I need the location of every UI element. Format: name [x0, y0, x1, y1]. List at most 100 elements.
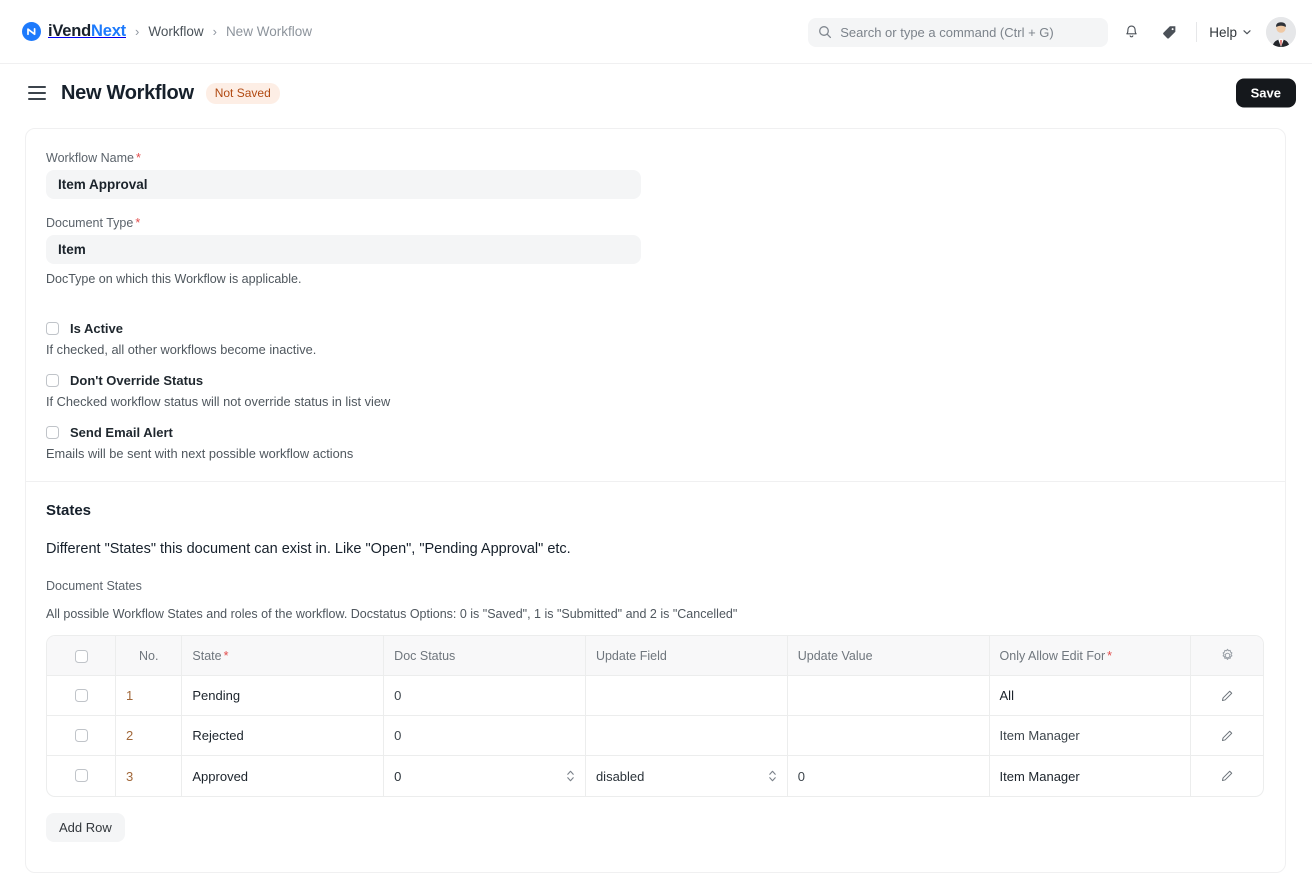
cell-update-field[interactable]: [585, 716, 788, 756]
row-number: 3: [116, 756, 183, 796]
hamburger-icon[interactable]: [28, 86, 46, 100]
cell-only-allow-edit-for[interactable]: Item Manager: [989, 716, 1192, 756]
send-email-alert-label[interactable]: Send Email Alert: [70, 425, 173, 440]
user-avatar[interactable]: [1266, 17, 1296, 47]
states-section: States Different "States" this document …: [26, 482, 1285, 872]
update-field-value: disabled: [595, 768, 645, 784]
states-section-subtitle: Different "States" this document can exi…: [46, 541, 571, 557]
document-states-table: No. State * Doc Status Update Field Updat…: [46, 635, 1264, 797]
cell-doc-status[interactable]: 0: [384, 756, 586, 796]
stepper-icon[interactable]: [566, 769, 575, 783]
document-type-label-text: Document Type: [46, 216, 134, 230]
row-number: 1: [116, 676, 183, 716]
tags-button[interactable]: [1154, 17, 1184, 47]
dont-override-status-checkbox[interactable]: [46, 374, 59, 387]
navbar-divider: [1196, 22, 1198, 42]
column-header-state-required: *: [223, 648, 229, 663]
document-type-label: Document Type *: [46, 216, 1265, 230]
stepper-icon[interactable]: [768, 769, 777, 783]
row-select-cell: [47, 676, 117, 716]
send-email-alert-checkbox[interactable]: [46, 426, 59, 439]
document-type-input[interactable]: Item: [46, 235, 641, 264]
pencil-icon[interactable]: [1201, 689, 1253, 703]
send-email-alert-group: Send Email Alert Emails will be sent wit…: [46, 425, 1265, 461]
cell-update-value[interactable]: [787, 676, 990, 716]
breadcrumb-separator-1: ›: [134, 24, 140, 39]
select-all-checkbox[interactable]: [74, 649, 88, 663]
send-email-alert-row: Send Email Alert: [46, 425, 1265, 440]
table-row[interactable]: 2 Rejected 0 Item Manager: [47, 716, 1263, 756]
row-checkbox[interactable]: [74, 728, 88, 742]
column-header-state-text: State: [192, 648, 222, 663]
add-row-button[interactable]: Add Row: [46, 813, 125, 842]
workflow-name-input[interactable]: Item Approval: [46, 170, 641, 199]
workflow-name-required-mark: *: [135, 151, 141, 165]
dont-override-status-label[interactable]: Don't Override Status: [70, 373, 203, 388]
table-row[interactable]: 3 Approved 0 disabled 0 Item Manager: [47, 756, 1263, 796]
cell-update-field[interactable]: disabled: [586, 756, 788, 796]
brand-logo[interactable]: iVendNext: [22, 22, 126, 41]
cell-update-value[interactable]: 0: [788, 756, 990, 796]
search-icon: [818, 25, 832, 39]
search-box[interactable]: [808, 17, 1109, 47]
cell-state[interactable]: Approved: [182, 756, 385, 796]
document-states-label: Document States: [46, 579, 142, 593]
dont-override-status-row: Don't Override Status: [46, 373, 1265, 388]
gear-icon[interactable]: [1201, 648, 1253, 663]
form-section: Workflow Name * Item Approval Document Ty…: [26, 129, 1285, 481]
doc-status-select[interactable]: 0: [394, 756, 575, 796]
cell-doc-status[interactable]: 0: [384, 716, 586, 756]
brand-part-one: iVend: [48, 22, 92, 40]
document-type-description: DocType on which this Workflow is applic…: [46, 272, 302, 286]
cell-only-allow-edit-for[interactable]: Item Manager: [990, 756, 1192, 796]
help-menu-button[interactable]: Help: [1209, 25, 1252, 40]
document-type-required-mark: *: [135, 216, 141, 230]
search-input[interactable]: [840, 24, 1099, 40]
row-checkbox[interactable]: [74, 688, 88, 702]
is-active-checkbox[interactable]: [46, 322, 59, 335]
row-edit-cell: [1191, 716, 1263, 756]
save-button[interactable]: Save: [1235, 78, 1296, 108]
brand-part-two: Next: [91, 22, 126, 40]
column-header-update-value: Update Value: [787, 636, 990, 676]
column-header-only-allow-edit-for-required: *: [1107, 648, 1112, 663]
cell-state[interactable]: Rejected: [182, 716, 385, 756]
doc-status-value: 0: [394, 768, 402, 784]
table-body: 1 Pending 0 All 2 Rejected 0 Item Manage…: [47, 676, 1263, 796]
chevron-down-icon: [1242, 27, 1252, 37]
notifications-button[interactable]: [1116, 17, 1146, 47]
column-header-state: State *: [182, 636, 385, 676]
hamburger-line-1: [28, 86, 46, 88]
breadcrumb-item-workflow[interactable]: Workflow: [148, 24, 203, 39]
row-select-cell: [47, 716, 117, 756]
document-type-field: Document Type * Item DocType on which thi…: [46, 216, 1265, 286]
table-row[interactable]: 1 Pending 0 All: [47, 676, 1263, 716]
is-active-label[interactable]: Is Active: [70, 321, 123, 336]
pencil-icon[interactable]: [1201, 769, 1253, 783]
document-states-description: All possible Workflow States and roles o…: [46, 607, 738, 621]
row-select-cell: [47, 756, 117, 796]
cell-doc-status[interactable]: 0: [384, 676, 586, 716]
send-email-alert-description: Emails will be sent with next possible w…: [46, 446, 354, 461]
cell-update-field[interactable]: [585, 676, 788, 716]
update-field-select[interactable]: disabled: [596, 756, 777, 796]
cell-only-allow-edit-for[interactable]: All: [989, 676, 1192, 716]
cell-state[interactable]: Pending: [182, 676, 385, 716]
column-header-doc-status: Doc Status: [384, 636, 586, 676]
column-header-no: No.: [116, 636, 183, 676]
is-active-row: Is Active: [46, 321, 1265, 336]
brand-text: iVendNext: [48, 22, 126, 41]
row-edit-cell: [1191, 676, 1263, 716]
column-header-only-allow-edit-for-text: Only Allow Edit For: [999, 648, 1106, 663]
pencil-icon[interactable]: [1201, 729, 1253, 743]
hamburger-line-2: [28, 92, 46, 94]
dont-override-status-description: If Checked workflow status will not over…: [46, 394, 391, 409]
cell-update-value[interactable]: [787, 716, 990, 756]
column-header-update-field: Update Field: [585, 636, 788, 676]
select-all-header: [47, 636, 117, 676]
bell-icon: [1123, 24, 1140, 41]
help-label: Help: [1209, 24, 1237, 40]
row-checkbox[interactable]: [74, 769, 88, 783]
tag-icon: [1161, 24, 1178, 41]
breadcrumb-separator-2: ›: [212, 24, 217, 39]
